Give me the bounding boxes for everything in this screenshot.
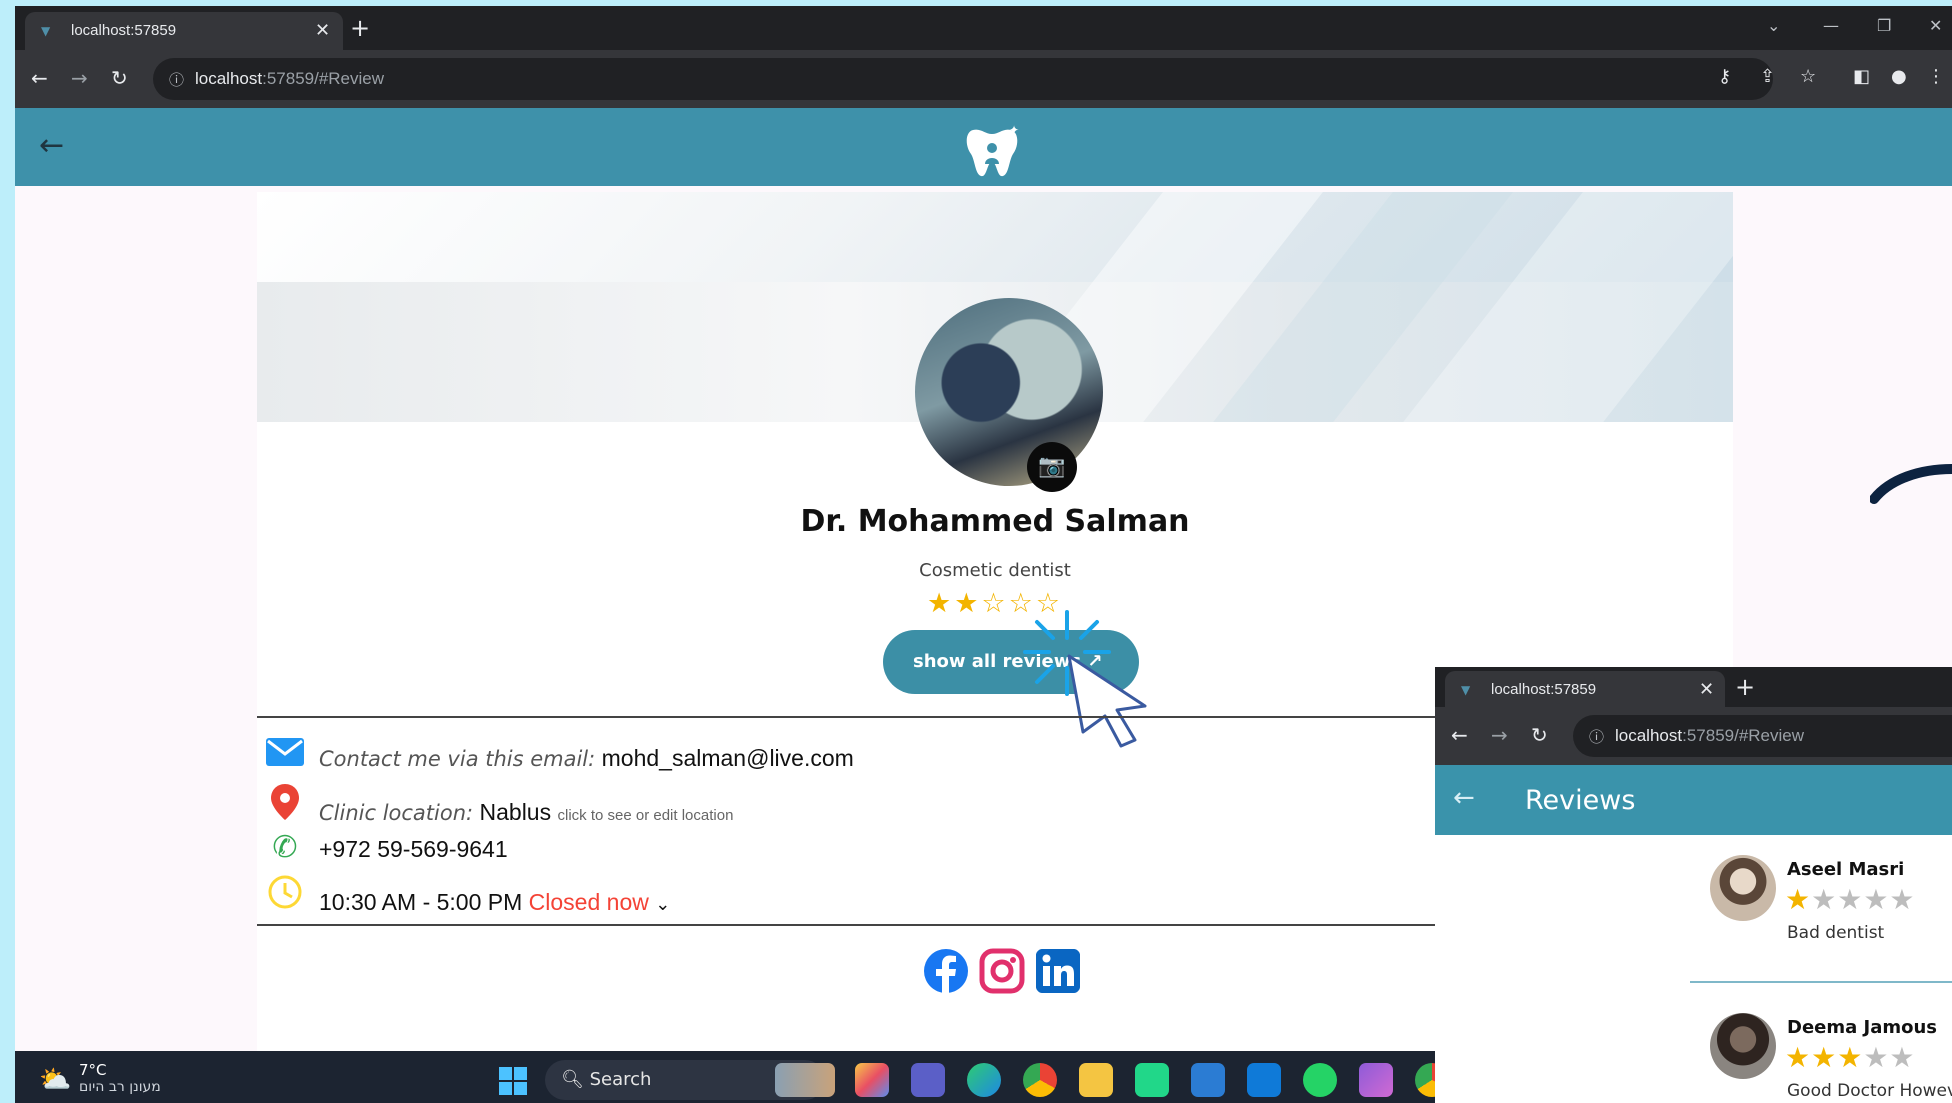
reviewer-avatar xyxy=(1710,855,1776,921)
close-tab-icon[interactable]: ✕ xyxy=(315,20,330,41)
chevron-down-icon[interactable]: ⌄ xyxy=(655,894,670,914)
cloud-sun-icon: ⛅ xyxy=(39,1065,72,1095)
reviewer-name: Deema Jamous xyxy=(1787,1017,1938,1038)
divider xyxy=(1690,981,1952,983)
mail-app-icon[interactable] xyxy=(1191,1063,1225,1097)
tab-strip: ▼ localhost:57859 ✕ + ⌄ — ❐ ✕ xyxy=(15,6,1952,50)
email-value[interactable]: mohd_salman@live.com xyxy=(602,745,854,771)
reviewer-name: Aseel Masri xyxy=(1787,859,1905,880)
back-arrow-icon[interactable]: ← xyxy=(39,128,64,163)
hours-value: 10:30 AM - 5:00 PM xyxy=(319,889,523,915)
app-header: ← ✦ xyxy=(15,108,1952,186)
reviews-browser-window: ▼ localhost:57859 ✕ + ← → ↻ ⓘ localhost:… xyxy=(1435,667,1952,1103)
chrome-profile-icon[interactable] xyxy=(1023,1063,1057,1097)
key-icon[interactable]: ⚷ xyxy=(1718,66,1731,87)
forward-arrow-icon[interactable]: → xyxy=(71,66,88,90)
site-info-icon[interactable]: ⓘ xyxy=(1589,726,1604,747)
omnibox[interactable]: ⓘ localhost:57859/#Review xyxy=(1573,715,1952,757)
back-arrow-icon[interactable]: ← xyxy=(1453,783,1475,813)
phone-icon: ✆ xyxy=(272,831,298,864)
phone-row: ✆ +972 59-569-9641 xyxy=(265,830,508,870)
restore-icon[interactable]: ❐ xyxy=(1877,16,1891,35)
facebook-icon[interactable] xyxy=(923,948,969,994)
doctor-specialty: Cosmetic dentist xyxy=(919,560,1071,581)
tab-strip: ▼ localhost:57859 ✕ + xyxy=(1435,667,1952,707)
copilot-icon[interactable] xyxy=(855,1063,889,1097)
search-highlight-icon xyxy=(775,1063,835,1097)
back-arrow-icon[interactable]: ← xyxy=(1451,723,1468,747)
clock-icon xyxy=(265,874,305,916)
instagram-icon[interactable] xyxy=(979,948,1025,994)
close-window-icon[interactable]: ✕ xyxy=(1929,16,1942,35)
menu-icon[interactable]: ⋮ xyxy=(1927,66,1945,87)
mail-icon xyxy=(265,738,305,772)
review-stars: ★★★★★ xyxy=(1785,883,1916,916)
forward-arrow-icon[interactable]: → xyxy=(1491,723,1508,747)
pycharm-icon[interactable] xyxy=(1135,1063,1169,1097)
windows-start-icon[interactable] xyxy=(499,1067,527,1095)
url-text: localhost:57859/#Review xyxy=(1615,726,1805,745)
tooth-logo-icon: ✦ xyxy=(966,123,1019,177)
address-bar-row: ← → ↻ ⓘ localhost:57859/#Review xyxy=(1435,707,1952,765)
location-hint[interactable]: click to see or edit location xyxy=(558,807,734,824)
new-tab-icon[interactable]: + xyxy=(1735,673,1755,701)
camera-icon[interactable]: 📷 xyxy=(1027,442,1077,492)
reload-icon[interactable]: ↻ xyxy=(111,66,128,90)
whatsapp-icon[interactable] xyxy=(1303,1063,1337,1097)
curved-arrow-icon xyxy=(1870,464,1952,504)
weather-description: מעונן רב היום xyxy=(79,1079,161,1095)
reload-icon[interactable]: ↻ xyxy=(1531,723,1548,747)
address-bar-row: ← → ↻ ⓘ localhost:57859/#Review ⚷ ⇪ ☆ ◧ … xyxy=(15,50,1952,108)
share-icon[interactable]: ⇪ xyxy=(1760,66,1775,87)
svg-text:✦: ✦ xyxy=(1009,123,1019,137)
location-row[interactable]: Clinic location: Nablus click to see or … xyxy=(265,784,734,826)
tooth-favicon-icon: ▼ xyxy=(1461,683,1471,697)
temperature: 7°C xyxy=(79,1061,107,1079)
location-pin-icon xyxy=(265,784,305,826)
clipchamp-icon[interactable] xyxy=(1359,1063,1393,1097)
weather-widget[interactable]: ⛅ 7°C מעונן רב היום xyxy=(39,1061,161,1095)
linkedin-icon[interactable] xyxy=(1035,948,1081,994)
taskbar-search-label: Search xyxy=(589,1069,652,1090)
email-row: Contact me via this email: mohd_salman@l… xyxy=(265,738,854,778)
doctor-name: Dr. Mohammed Salman xyxy=(800,504,1190,539)
tooth-favicon-icon: ▼ xyxy=(41,24,51,38)
vscode-icon[interactable] xyxy=(1247,1063,1281,1097)
bookmark-star-icon[interactable]: ☆ xyxy=(1800,66,1816,87)
review-text: Bad dentist xyxy=(1787,923,1885,943)
reviews-title: Reviews xyxy=(1525,785,1636,816)
review-text: Good Doctor Howev xyxy=(1787,1081,1952,1101)
tab-search-icon[interactable]: ⌄ xyxy=(1767,16,1780,35)
reviews-header: ← Reviews xyxy=(1435,765,1952,835)
search-icon: 🔍︎ xyxy=(561,1069,584,1090)
open-status: Closed now xyxy=(528,889,649,915)
omnibox[interactable]: ⓘ localhost:57859/#Review xyxy=(153,58,1773,100)
rating-stars: ★★☆☆☆ xyxy=(926,588,1064,619)
profile-icon[interactable]: ● xyxy=(1891,66,1907,87)
email-label: Contact me via this email: xyxy=(319,747,596,771)
phone-value[interactable]: +972 59-569-9641 xyxy=(319,836,508,862)
back-arrow-icon[interactable]: ← xyxy=(31,66,48,90)
tab-title: localhost:57859 xyxy=(71,22,177,39)
browser-tab[interactable]: ▼ localhost:57859 ✕ xyxy=(1445,671,1725,707)
new-tab-icon[interactable]: + xyxy=(350,14,370,42)
minimize-icon[interactable]: — xyxy=(1823,16,1839,35)
edge-icon[interactable] xyxy=(967,1063,1001,1097)
side-panel-icon[interactable]: ◧ xyxy=(1853,66,1870,87)
review-stars: ★★★★★ xyxy=(1785,1041,1916,1074)
site-info-icon[interactable]: ⓘ xyxy=(169,69,184,90)
url-text: localhost:57859/#Review xyxy=(195,69,385,88)
hours-row[interactable]: 10:30 AM - 5:00 PM Closed now ⌄ xyxy=(265,874,670,916)
teams-icon[interactable] xyxy=(911,1063,945,1097)
tab-title: localhost:57859 xyxy=(1491,681,1597,698)
close-tab-icon[interactable]: ✕ xyxy=(1699,679,1714,700)
pointer-cursor-icon xyxy=(1023,610,1147,748)
location-label: Clinic location: xyxy=(319,801,474,825)
location-value[interactable]: Nablus xyxy=(480,799,552,825)
file-explorer-icon[interactable] xyxy=(1079,1063,1113,1097)
browser-tab[interactable]: ▼ localhost:57859 ✕ xyxy=(25,12,343,50)
reviewer-avatar xyxy=(1710,1013,1776,1079)
